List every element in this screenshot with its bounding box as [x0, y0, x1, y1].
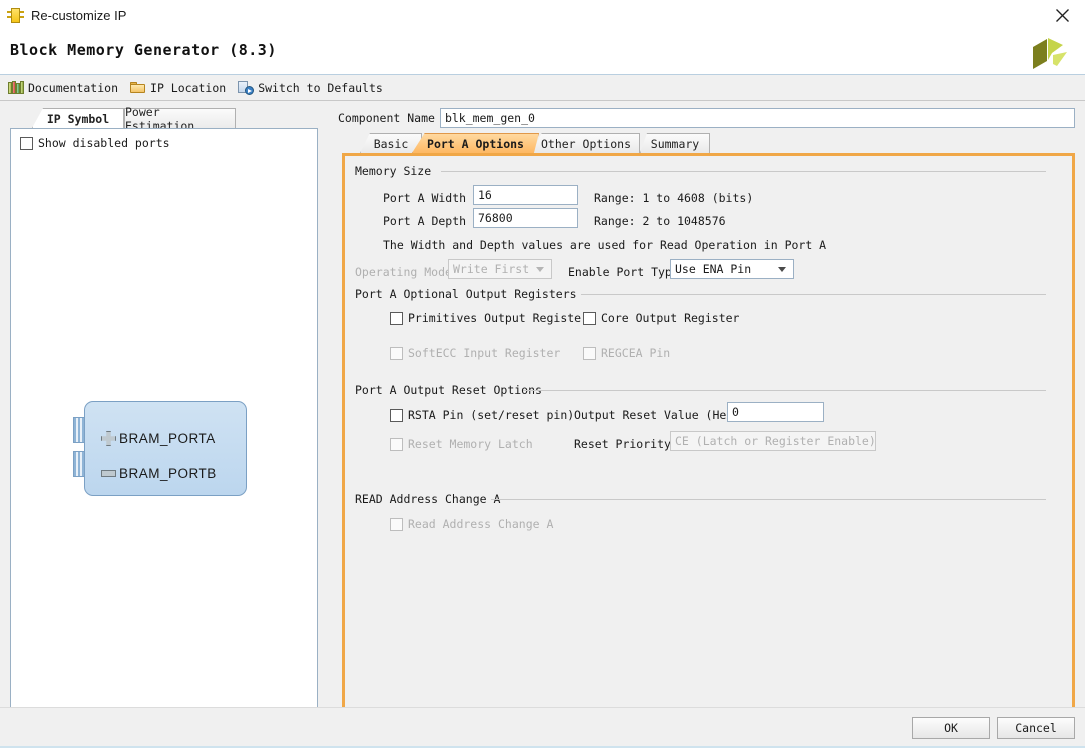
cancel-button-label: Cancel: [1015, 721, 1057, 735]
switch-to-defaults-button[interactable]: Switch to Defaults: [238, 80, 383, 95]
plus-icon[interactable]: [101, 431, 116, 446]
component-name-label: Component Name: [338, 111, 435, 125]
symbol-port-bram-porta[interactable]: BRAM_PORTA: [101, 431, 216, 446]
ip-location-label: IP Location: [150, 80, 227, 95]
read-address-change-group-label: READ Address Change A: [355, 492, 501, 506]
component-name-row: Component Name: [338, 108, 1075, 128]
optional-output-registers-divider: [581, 294, 1046, 295]
memory-size-group-label: Memory Size: [355, 164, 432, 178]
read-address-change-label: Read Address Change A: [408, 517, 554, 531]
memory-size-divider: [441, 171, 1046, 172]
toolbar: Documentation IP Location Switch to Defa…: [0, 75, 1085, 101]
core-output-register-row[interactable]: Core Output Register: [583, 311, 739, 325]
close-icon[interactable]: [1040, 0, 1085, 31]
operating-mode-label: Operating Mode: [355, 265, 452, 279]
component-name-input[interactable]: [439, 108, 1075, 128]
width-depth-note: The Width and Depth values are used for …: [383, 238, 827, 252]
tab-power-estimation[interactable]: Power Estimation: [124, 105, 236, 133]
minus-icon[interactable]: [101, 466, 116, 481]
enable-port-type-label: Enable Port Type: [568, 265, 679, 279]
product-header: Block Memory Generator (8.3): [0, 31, 1085, 75]
tab-basic-label: Basic: [373, 136, 409, 151]
softecc-input-register-row: SoftECC Input Register: [390, 346, 560, 360]
regcea-pin-label: REGCEA Pin: [601, 346, 671, 360]
bram-porta-label: BRAM_PORTA: [119, 431, 216, 446]
read-address-change-checkbox: [390, 517, 403, 531]
primitives-output-register-checkbox[interactable]: [390, 311, 403, 325]
core-output-register-checkbox[interactable]: [583, 311, 596, 325]
switch-defaults-icon: [238, 80, 255, 95]
chevron-down-icon: [536, 266, 544, 272]
page-title: Block Memory Generator (8.3): [10, 41, 277, 59]
operating-mode-select[interactable]: Write First: [448, 259, 552, 279]
regcea-pin-row: REGCEA Pin: [583, 346, 670, 360]
operating-mode-value: Write First: [453, 262, 530, 276]
port-a-depth-input[interactable]: [473, 208, 578, 228]
reset-memory-latch-row: Reset Memory Latch: [390, 437, 533, 451]
bram-portb-label: BRAM_PORTB: [119, 466, 217, 481]
ip-symbol-diagram: BRAM_PORTA BRAM_PORTB: [11, 129, 317, 708]
xilinx-logo: [1027, 33, 1073, 75]
primitives-output-register-row[interactable]: Primitives Output Register: [390, 311, 588, 325]
folder-icon: [130, 80, 146, 95]
re-customize-ip-window: Re-customize IP Block Memory Generator (…: [0, 0, 1085, 748]
reset-memory-latch-label: Reset Memory Latch: [408, 437, 533, 451]
bram-symbol-box: [84, 401, 247, 496]
reset-priority-select[interactable]: CE (Latch or Register Enable): [670, 431, 876, 451]
rsta-pin-checkbox[interactable]: [390, 408, 403, 422]
enable-port-type-select[interactable]: Use ENA Pin: [670, 259, 794, 279]
tab-other-options[interactable]: Other Options: [532, 133, 640, 153]
left-tabstrip: IP Symbol Power Estimation: [10, 105, 318, 133]
tab-summary[interactable]: Summary: [640, 133, 710, 153]
rsta-pin-label: RSTA Pin (set/reset pin): [408, 408, 575, 422]
ip-symbol-panel: IP Symbol Power Estimation Show disabled…: [10, 105, 318, 709]
tab-ip-symbol-label: IP Symbol: [46, 111, 110, 126]
chevron-down-icon: [778, 266, 786, 272]
dialog-footer: OK Cancel: [0, 707, 1085, 748]
port-a-options-panel: Memory Size Port A Width Range: 1 to 460…: [342, 153, 1075, 710]
title-bar: Re-customize IP: [0, 0, 1085, 32]
ip-block-icon: [7, 7, 24, 24]
output-reset-options-group-label: Port A Output Reset Options: [355, 383, 542, 397]
output-reset-value-input[interactable]: [727, 402, 824, 422]
switch-to-defaults-label: Switch to Defaults: [258, 80, 383, 95]
port-a-width-range: Range: 1 to 4608 (bits): [594, 191, 754, 205]
output-reset-options-divider: [523, 390, 1046, 391]
regcea-pin-checkbox: [583, 346, 596, 360]
tab-summary-label: Summary: [650, 136, 700, 151]
ip-location-button[interactable]: IP Location: [130, 80, 226, 95]
window-title: Re-customize IP: [31, 8, 127, 23]
port-a-depth-range: Range: 2 to 1048576: [594, 214, 726, 228]
tab-other-options-label: Other Options: [540, 136, 631, 151]
reset-priority-label: Reset Priority: [574, 437, 671, 451]
core-output-register-label: Core Output Register: [601, 311, 740, 325]
ok-button[interactable]: OK: [912, 717, 990, 739]
reset-memory-latch-checkbox: [390, 437, 403, 451]
output-reset-value-label: Output Reset Value (Hex): [574, 408, 741, 422]
tab-ip-symbol[interactable]: IP Symbol: [32, 108, 124, 128]
port-a-width-label: Port A Width: [383, 191, 467, 205]
primitives-output-register-label: Primitives Output Register: [408, 311, 589, 325]
ok-button-label: OK: [944, 721, 958, 735]
rsta-pin-row[interactable]: RSTA Pin (set/reset pin): [390, 408, 574, 422]
ip-symbol-body: Show disabled ports BRAM_PORTA BRAM_PORT…: [10, 128, 318, 709]
read-address-change-divider: [491, 499, 1046, 500]
options-tabstrip: Basic Port A Options Other Options Summa…: [350, 133, 1050, 153]
documentation-label: Documentation: [28, 80, 119, 95]
optional-output-registers-group-label: Port A Optional Output Registers: [355, 287, 577, 301]
cancel-button[interactable]: Cancel: [997, 717, 1075, 739]
books-icon: [8, 80, 24, 95]
tab-port-a-options[interactable]: Port A Options: [412, 133, 539, 153]
tab-port-a-options-label: Port A Options: [427, 136, 524, 151]
softecc-input-register-label: SoftECC Input Register: [408, 346, 561, 360]
port-a-depth-label: Port A Depth: [383, 214, 467, 228]
enable-port-type-value: Use ENA Pin: [675, 262, 752, 276]
documentation-button[interactable]: Documentation: [8, 80, 118, 95]
reset-priority-value: CE (Latch or Register Enable): [675, 434, 876, 448]
read-address-change-row: Read Address Change A: [390, 517, 553, 531]
symbol-port-bram-portb[interactable]: BRAM_PORTB: [101, 466, 217, 481]
softecc-input-register-checkbox: [390, 346, 403, 360]
port-a-width-input[interactable]: [473, 185, 578, 205]
tab-basic[interactable]: Basic: [360, 133, 422, 153]
